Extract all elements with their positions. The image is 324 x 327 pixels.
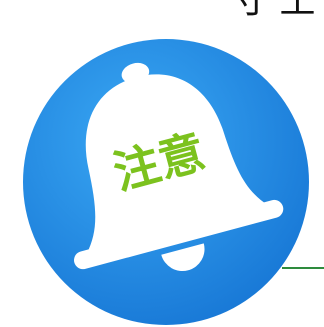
- notice-bell-image: 寸 土 注意: [0, 0, 324, 327]
- bell-icon: 注意: [23, 39, 324, 325]
- accent-line: [282, 267, 324, 269]
